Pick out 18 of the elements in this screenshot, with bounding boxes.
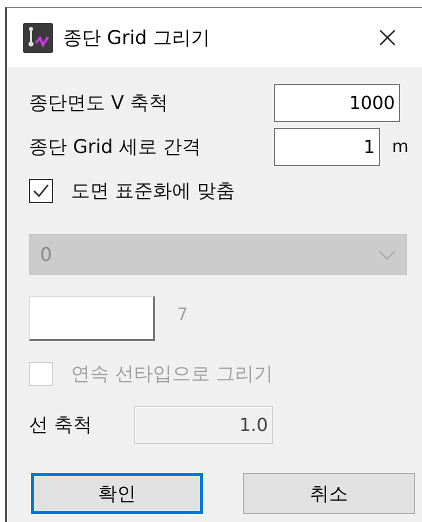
field-label: 종단면도 V 축척 <box>29 91 170 116</box>
chevron-down-icon <box>378 250 396 260</box>
ok-button[interactable]: 확인 <box>31 473 203 514</box>
color-swatch-button[interactable] <box>29 296 155 341</box>
field-label: 종단 Grid 세로 간격 <box>29 135 202 160</box>
cancel-button[interactable]: 취소 <box>243 473 415 514</box>
checkbox[interactable] <box>29 179 53 203</box>
field-label: 선 축척 <box>29 413 94 438</box>
app-icon <box>23 22 53 52</box>
checkbox-label: 연속 선타입으로 그리기 <box>71 362 274 387</box>
checkbox-label: 도면 표준화에 맞춤 <box>71 179 236 204</box>
checkmark-icon <box>33 184 49 198</box>
unit-label: m <box>392 137 409 157</box>
close-button[interactable]: × <box>368 20 406 55</box>
input-field[interactable]: 1 <box>274 128 380 166</box>
color-number: 7 <box>177 305 188 325</box>
input-field[interactable]: 1000 <box>274 84 400 122</box>
window-title: 종단 Grid 그리기 <box>63 26 211 50</box>
